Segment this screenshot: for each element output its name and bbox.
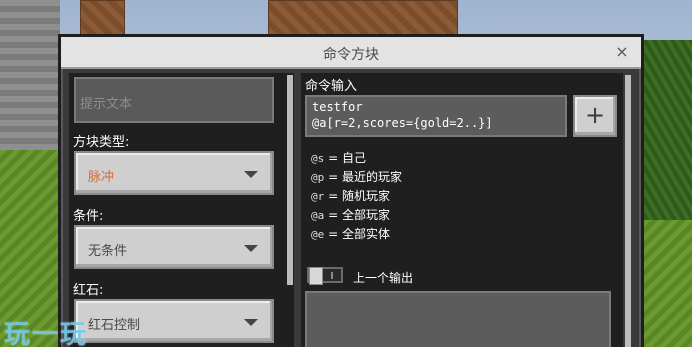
previous-output-box (305, 291, 611, 347)
condition-value: 无条件 (88, 244, 128, 259)
list-item: @s = 自己 (311, 151, 366, 165)
close-icon[interactable]: × (613, 43, 631, 61)
previous-output-toggle[interactable] (307, 267, 343, 285)
dirt-block (80, 0, 125, 36)
chevron-down-icon (244, 319, 258, 326)
block-type-dropdown[interactable]: 脉冲 (74, 151, 274, 195)
dialog-titlebar: 命令方块 × (61, 37, 641, 69)
grass-ground (644, 220, 692, 347)
condition-dropdown[interactable]: 无条件 (74, 225, 274, 269)
list-item: @p = 最近的玩家 (311, 170, 402, 184)
settings-scrollbar[interactable] (287, 75, 293, 285)
command-scrollbar[interactable] (625, 75, 631, 347)
command-input[interactable]: testfor @a[r=2,scores={gold=2..}] (305, 95, 567, 137)
command-input-label: 命令输入 (305, 79, 358, 94)
settings-panel: 提示文本 方块类型: 脉冲 条件: 无条件 红石: 红石控制 (69, 73, 294, 347)
list-item: @a = 全部玩家 (311, 208, 390, 222)
toggle-bar (331, 272, 333, 279)
plus-icon[interactable]: + (573, 95, 617, 137)
condition-label: 条件: (73, 209, 104, 224)
block-type-value: 脉冲 (88, 170, 115, 185)
selector-help-list: @s = 自己 @p = 最近的玩家 @r = 随机玩家 @a = 全部玩家 @… (311, 149, 402, 244)
list-item: @r = 随机玩家 (311, 189, 390, 203)
previous-output-label: 上一个输出 (353, 271, 414, 285)
redstone-value: 红石控制 (88, 318, 141, 333)
watermark-logo: 玩一玩 (4, 320, 89, 347)
redstone-dropdown[interactable]: 红石控制 (74, 299, 274, 343)
command-block-dialog: 命令方块 × 提示文本 方块类型: 脉冲 条件: 无条件 红石: 红石控制 命令… (58, 34, 644, 347)
command-panel: 命令输入 testfor @a[r=2,scores={gold=2..}] +… (301, 73, 623, 347)
chevron-down-icon (244, 245, 258, 252)
leaves-block (640, 40, 692, 220)
toggle-knob (309, 267, 323, 285)
stone-block (0, 0, 60, 150)
block-type-label: 方块类型: (73, 135, 130, 150)
chevron-down-icon (244, 171, 258, 178)
dialog-title: 命令方块 (323, 47, 379, 63)
redstone-label: 红石: (73, 283, 104, 298)
dirt-block (268, 0, 458, 36)
list-item: @e = 全部实体 (311, 227, 390, 241)
hover-text-input[interactable]: 提示文本 (74, 77, 274, 123)
